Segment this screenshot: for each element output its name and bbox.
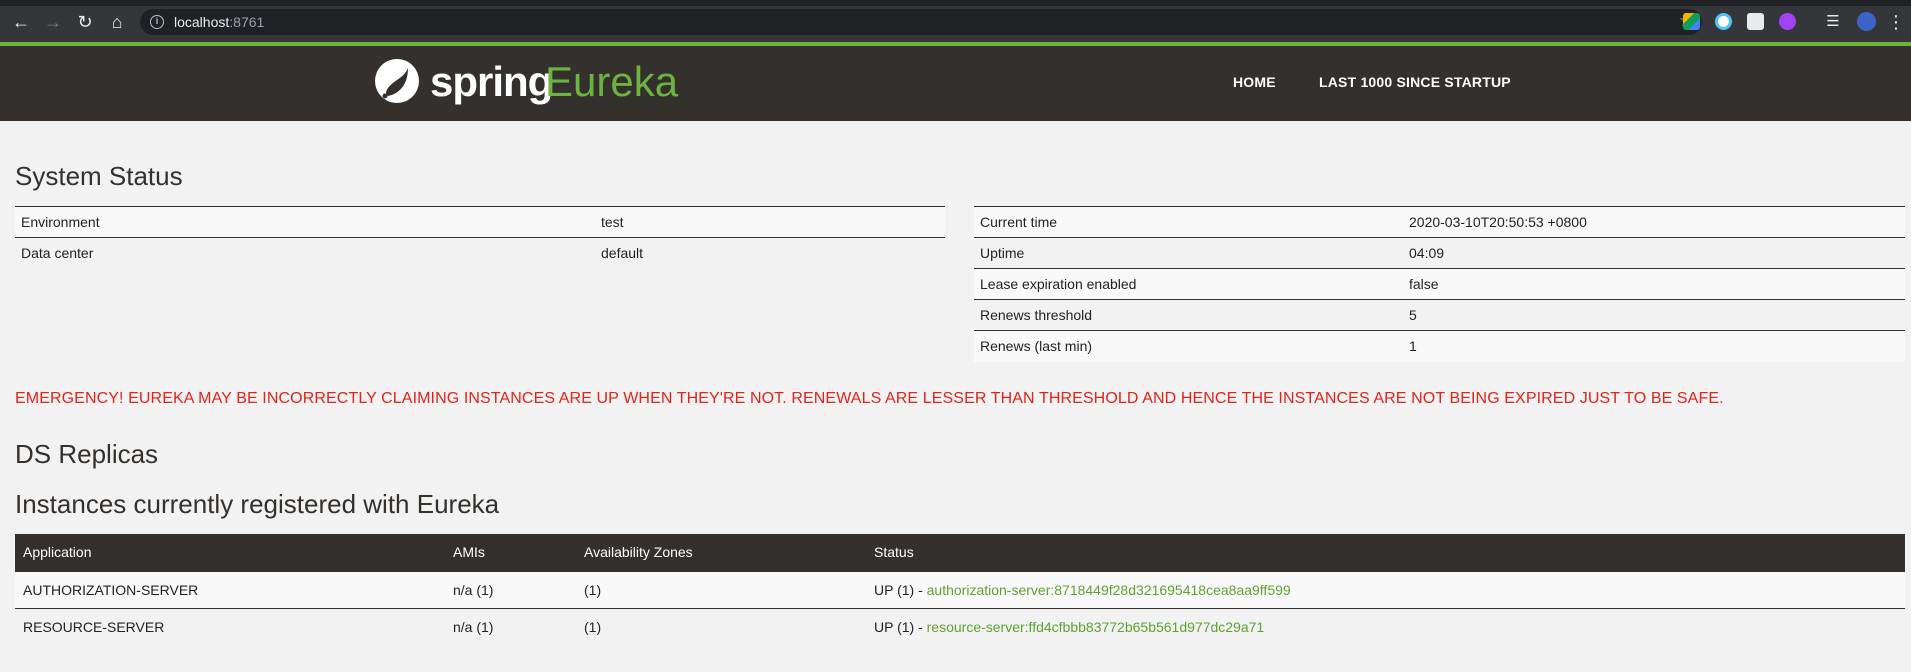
status-value: 1 <box>1403 330 1905 362</box>
status-label: Renews threshold <box>974 299 1403 331</box>
status-label: Renews (last min) <box>974 330 1403 362</box>
url-port: :8761 <box>229 14 265 30</box>
status-label: Environment <box>15 206 595 238</box>
status-cell: UP (1) - resource-server:ffd4cfbbb83772b… <box>866 607 1905 645</box>
status-label: Current time <box>974 206 1403 238</box>
application-name: AUTHORIZATION-SERVER <box>15 570 445 608</box>
site-info-icon[interactable]: i <box>150 15 164 29</box>
status-value: 5 <box>1403 299 1905 331</box>
extension-icon[interactable] <box>1683 13 1700 30</box>
status-value: false <box>1403 268 1905 300</box>
logo-eureka-text: Eureka <box>545 58 679 105</box>
instance-link[interactable]: authorization-server:8718449f28d32169541… <box>927 582 1291 598</box>
table-row: AUTHORIZATION-SERVER n/a (1) (1) UP (1) … <box>15 570 1905 608</box>
status-row: Renews threshold 5 <box>974 299 1905 331</box>
instances-table: Application AMIs Availability Zones Stat… <box>15 534 1905 645</box>
status-row: Uptime 04:09 <box>974 237 1905 269</box>
ds-replicas-title: DS Replicas <box>15 439 159 469</box>
nav-last-1000[interactable]: LAST 1000 SINCE STARTUP <box>1319 74 1511 90</box>
status-label: Lease expiration enabled <box>974 268 1403 300</box>
extension-doc-icon[interactable] <box>1747 13 1764 30</box>
status-value: 04:09 <box>1403 237 1905 269</box>
reload-icon[interactable]: ↻ <box>74 11 96 33</box>
amis-value: n/a (1) <box>445 570 576 608</box>
status-prefix: UP (1) - <box>874 618 927 635</box>
browser-toolbar: ← → ↻ ⌂ i localhost:8761 ☆ ☰ ⋮ <box>0 0 1911 42</box>
system-status-right-table: Current time 2020-03-10T20:50:53 +0800 U… <box>974 206 1905 362</box>
status-value: 2020-03-10T20:50:53 +0800 <box>1403 206 1905 238</box>
amis-value: n/a (1) <box>445 607 576 645</box>
address-bar[interactable]: i localhost:8761 ☆ <box>140 9 1702 35</box>
status-prefix: UP (1) - <box>874 581 927 598</box>
instance-link[interactable]: resource-server:ffd4cfbbb83772b65b561d97… <box>927 619 1265 635</box>
status-value: default <box>595 237 945 269</box>
menu-dots-icon[interactable]: ⋮ <box>1885 11 1907 33</box>
column-header-amis: AMIs <box>445 534 576 571</box>
reading-list-icon[interactable]: ☰ <box>1822 11 1844 33</box>
tab-strip <box>0 0 1911 6</box>
site-header: spring Eureka HOME LAST 1000 SINCE START… <box>0 46 1911 121</box>
system-status-title: System Status <box>15 161 183 191</box>
extension-color-icon[interactable] <box>1715 13 1732 30</box>
spring-leaf-icon <box>375 59 419 103</box>
application-name: RESOURCE-SERVER <box>15 607 445 645</box>
home-icon[interactable]: ⌂ <box>106 11 128 33</box>
status-row: Environment test <box>15 206 945 238</box>
status-row: Renews (last min) 1 <box>974 330 1905 362</box>
back-arrow-icon[interactable]: ← <box>10 11 32 33</box>
column-header-application: Application <box>15 534 445 571</box>
nav-home[interactable]: HOME <box>1233 74 1276 90</box>
system-status-left-table: Environment test Data center default <box>15 206 945 269</box>
status-cell: UP (1) - authorization-server:8718449f28… <box>866 570 1905 608</box>
zones-value: (1) <box>576 607 866 645</box>
status-row: Current time 2020-03-10T20:50:53 +0800 <box>974 206 1905 238</box>
table-header-row: Application AMIs Availability Zones Stat… <box>15 534 1905 571</box>
profile-avatar[interactable] <box>1857 12 1876 31</box>
column-header-status: Status <box>866 534 1905 571</box>
zones-value: (1) <box>576 570 866 608</box>
logo-spring-text: spring <box>430 58 553 105</box>
status-value: test <box>595 206 945 238</box>
instances-title: Instances currently registered with Eure… <box>15 489 500 519</box>
status-label: Uptime <box>974 237 1403 269</box>
column-header-zones: Availability Zones <box>576 534 866 571</box>
status-row: Data center default <box>15 237 945 269</box>
status-label: Data center <box>15 237 595 269</box>
extension-purple-icon[interactable] <box>1779 13 1796 30</box>
forward-arrow-icon[interactable]: → <box>42 11 64 33</box>
table-row: RESOURCE-SERVER n/a (1) (1) UP (1) - res… <box>15 607 1905 645</box>
url-host: localhost <box>174 14 230 30</box>
status-row: Lease expiration enabled false <box>974 268 1905 300</box>
url-text: localhost:8761 <box>174 14 264 30</box>
emergency-warning: EMERGENCY! EUREKA MAY BE INCORRECTLY CLA… <box>15 390 1724 407</box>
